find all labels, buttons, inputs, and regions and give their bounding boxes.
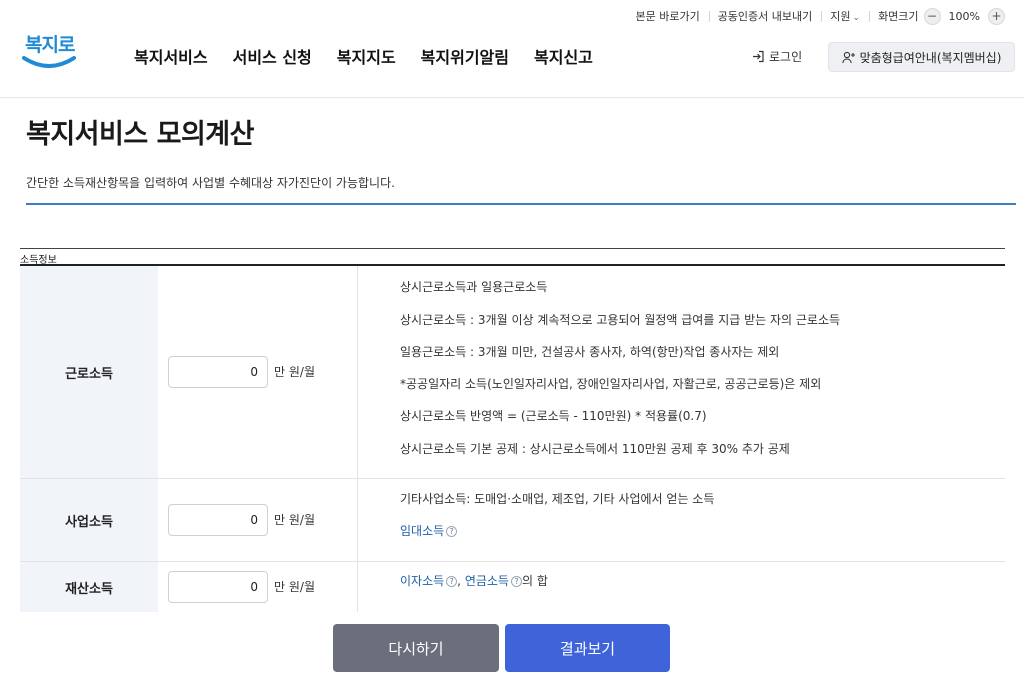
logo-smile-icon xyxy=(22,56,76,68)
question-icon[interactable]: ? xyxy=(510,576,522,587)
view-result-button[interactable]: 결과보기 xyxy=(505,624,670,672)
login-label: 로그인 xyxy=(769,50,803,64)
screen-size-control: 화면크기 − 100% + xyxy=(869,7,1014,25)
unit-label: 만 원/월 xyxy=(274,365,315,379)
unit-label: 만 원/월 xyxy=(274,580,315,594)
login-link[interactable]: 로그인 xyxy=(752,48,802,65)
chevron-down-icon: ⌄ xyxy=(852,13,861,23)
info-line: 상시근로소득 : 3개월 이상 계속적으로 고용되어 월정액 급여를 지급 받는… xyxy=(400,313,841,327)
earned-income-input[interactable]: 0 xyxy=(168,356,268,388)
property-income-info: 이자소득?, 연금소득? 의 합 xyxy=(400,574,548,588)
zoom-value: 100% xyxy=(948,9,980,23)
header-divider xyxy=(0,97,1024,98)
row-label: 사업소득 xyxy=(20,479,158,561)
question-icon[interactable]: ? xyxy=(446,576,458,587)
skip-to-content-link[interactable]: 본문 바로가기 xyxy=(626,8,708,24)
logo-text: 복지로 xyxy=(25,34,75,56)
input-cell: 0 만 원/월 xyxy=(158,479,358,561)
info-line: 상시근로소득 반영액 = (근로소득 - 110만원) * 적용률(0.7) xyxy=(400,409,707,423)
cert-export-link[interactable]: 공동인증서 내보내기 xyxy=(708,8,822,24)
business-income-input[interactable]: 0 xyxy=(168,504,268,536)
section-top-rule xyxy=(20,248,1005,249)
support-label: 지원 xyxy=(830,10,851,23)
input-cell: 0 만 원/월 xyxy=(158,562,358,612)
sum-suffix: 의 합 xyxy=(521,574,548,588)
row-label: 재산소득 xyxy=(20,562,158,612)
page-description: 간단한 소득재산항목을 입력하여 사업별 수혜대상 자가진단이 가능합니다. xyxy=(26,176,395,190)
zoom-in-button[interactable]: + xyxy=(988,7,1005,25)
rental-income-help[interactable]: 임대소득? xyxy=(400,522,458,539)
income-row-business: 사업소득 0 만 원/월 기타사업소득: 도매업·소매업, 제조업, 기타 사업… xyxy=(20,479,1005,562)
title-divider xyxy=(26,203,1016,205)
question-icon[interactable]: ? xyxy=(446,526,458,537)
input-cell: 0 만 원/월 xyxy=(158,266,358,478)
income-row-earned: 근로소득 0 만 원/월 상시근로소득과 일용근로소득 상시근로소득 : 3개월… xyxy=(20,266,1005,479)
login-icon xyxy=(753,50,764,63)
row-label: 근로소득 xyxy=(20,266,158,478)
info-line: 상시근로소득과 일용근로소득 xyxy=(400,280,548,294)
nav-service-apply[interactable]: 서비스 신청 xyxy=(233,44,312,68)
nav-welfare-services[interactable]: 복지서비스 xyxy=(134,44,208,68)
income-row-property: 재산소득 0 만 원/월 이자소득?, 연금소득? 의 합 xyxy=(20,562,1005,612)
user-plus-icon xyxy=(841,51,855,63)
support-dropdown[interactable]: 지원 ⌄ xyxy=(821,8,869,24)
info-line: 기타사업소득: 도매업·소매업, 제조업, 기타 사업에서 얻는 소득 xyxy=(400,492,715,506)
nav-crisis-alert[interactable]: 복지위기알림 xyxy=(421,44,509,68)
site-logo[interactable]: 복지로 xyxy=(22,28,78,76)
membership-button[interactable]: 맞춤형급여안내(복지멤버십) xyxy=(828,42,1015,72)
main-nav: 복지서비스 서비스 신청 복지지도 복지위기알림 복지신고 xyxy=(134,44,593,68)
unit-label: 만 원/월 xyxy=(274,513,315,527)
info-line: 일용근로소득 : 3개월 미만, 건설공사 종사자, 하역(항만)작업 종사자는… xyxy=(400,345,780,359)
info-line: *공공일자리 소득(노인일자리사업, 장애인일자리사업, 자활근로, 공공근로등… xyxy=(400,377,822,391)
page-title: 복지서비스 모의계산 xyxy=(26,119,254,150)
rental-income-link[interactable]: 임대소득 xyxy=(400,524,444,538)
membership-label: 맞춤형급여안내(복지멤버십) xyxy=(859,50,1002,65)
info-line: 상시근로소득 기본 공제 : 상시근로소득에서 110만원 공제 후 30% 추… xyxy=(400,442,790,456)
reset-button[interactable]: 다시하기 xyxy=(333,624,499,672)
interest-income-link[interactable]: 이자소득 xyxy=(400,574,444,588)
pension-income-link[interactable]: 연금소득 xyxy=(465,574,509,588)
nav-welfare-map[interactable]: 복지지도 xyxy=(337,44,396,68)
nav-welfare-report[interactable]: 복지신고 xyxy=(534,44,593,68)
property-income-input[interactable]: 0 xyxy=(168,571,268,603)
utility-bar: 본문 바로가기 공동인증서 내보내기 지원 ⌄ 화면크기 − 100% + xyxy=(626,6,1014,26)
zoom-out-button[interactable]: − xyxy=(923,7,941,25)
screen-size-label: 화면크기 xyxy=(878,10,919,23)
